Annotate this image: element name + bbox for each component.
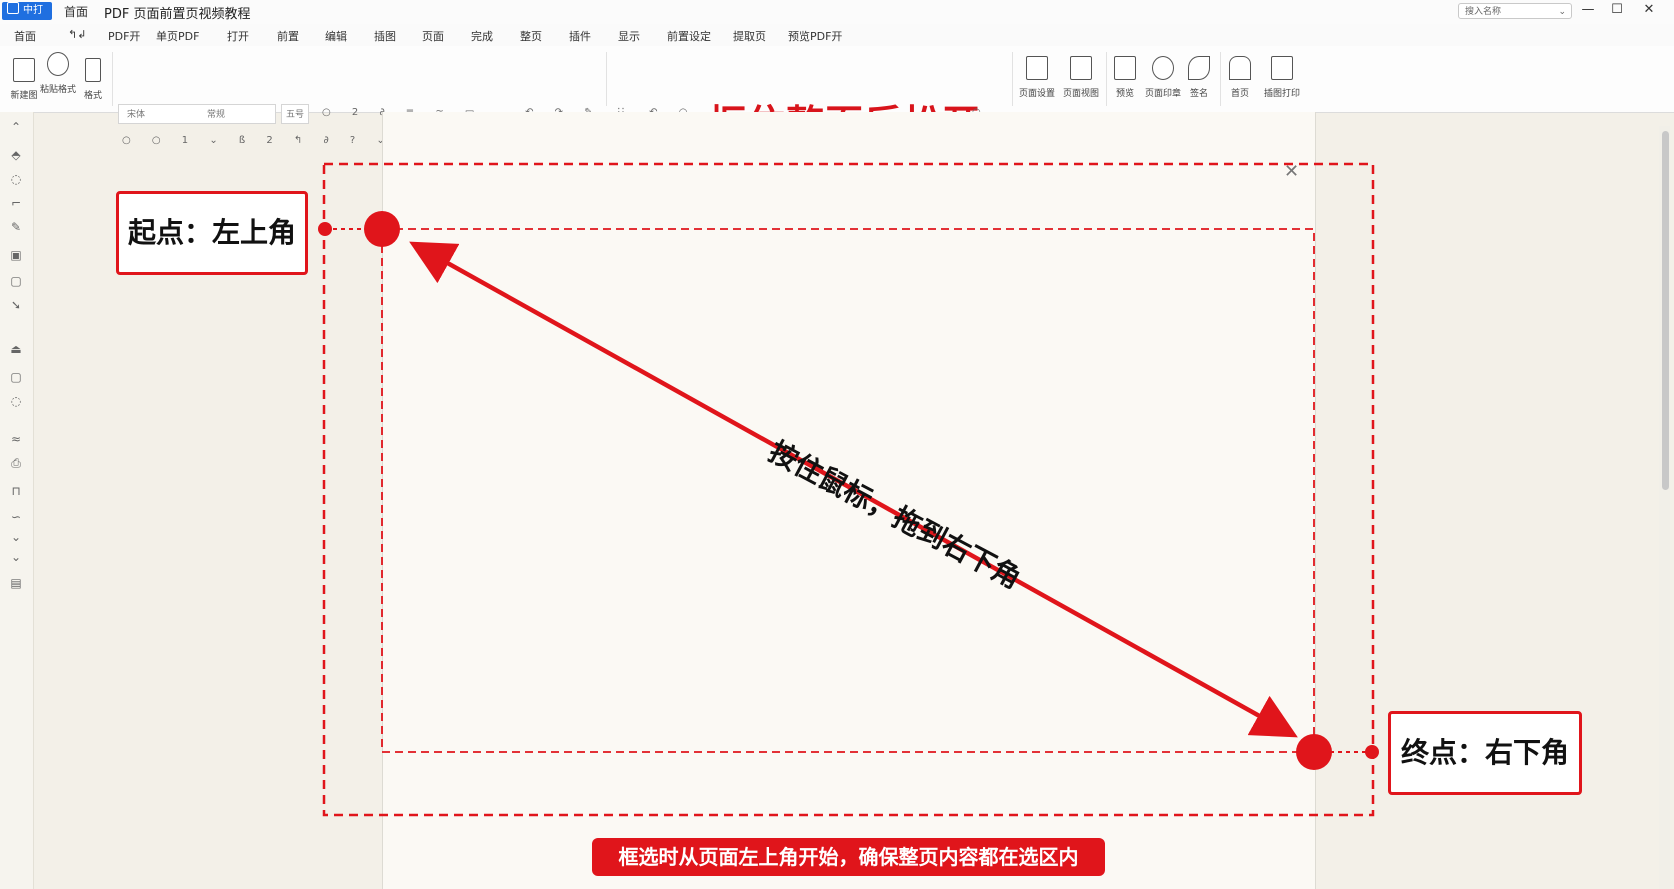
vertical-scrollbar-thumb[interactable]: [1662, 131, 1669, 490]
start-point-marker: [364, 211, 400, 247]
start-connector-dot: [318, 222, 332, 236]
selection-tip-banner: 框选时从页面左上角开始，确保整页内容都在选区内: [592, 838, 1105, 876]
end-point-marker: [1296, 734, 1332, 770]
end-connector-dot: [1365, 745, 1379, 759]
end-point-callout: 终点：右下角: [1388, 711, 1582, 795]
start-point-callout: 起点：左上角: [116, 191, 308, 275]
